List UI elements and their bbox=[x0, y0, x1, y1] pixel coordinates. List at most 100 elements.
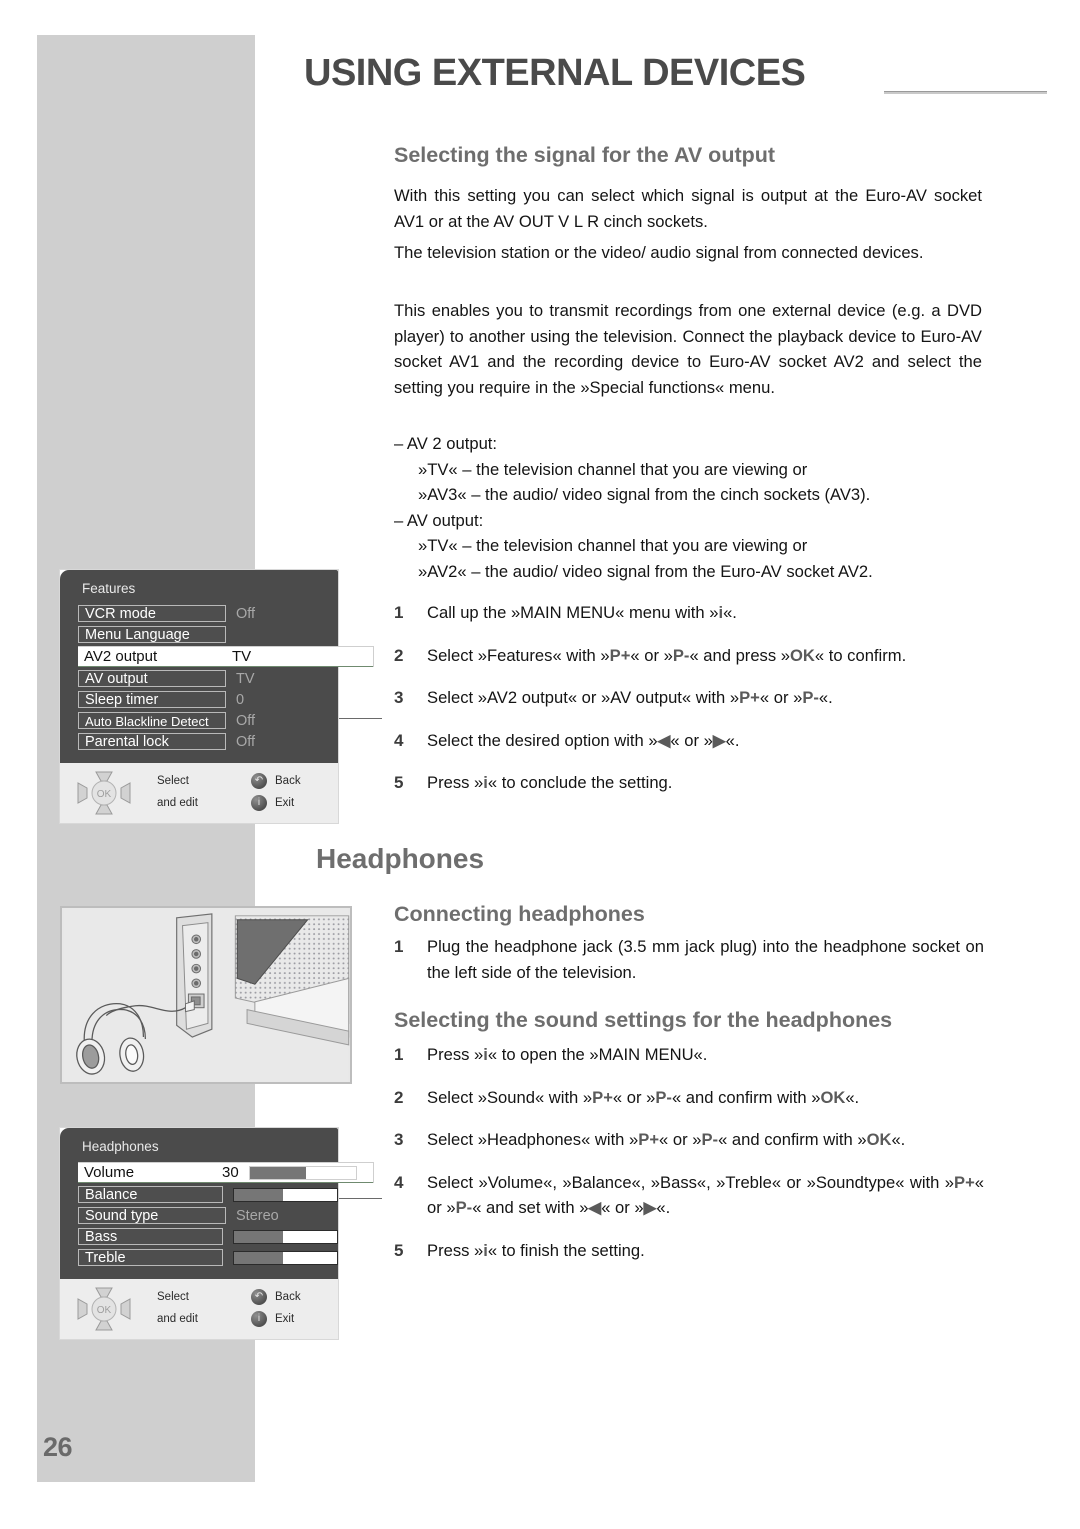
step-item: 5 Press »i« to conclude the setting. bbox=[394, 770, 984, 796]
menu-row-volume-selected[interactable]: Volume 30 bbox=[78, 1162, 374, 1183]
step-text: Select »Sound« with »P+« or »P-« and con… bbox=[427, 1087, 860, 1107]
tv-menu-features-body: Features VCR mode Off Menu Language AV2 … bbox=[60, 570, 374, 763]
title-underline-rule bbox=[884, 91, 1047, 94]
step-item: 5 Press »i« to finish the setting. bbox=[394, 1238, 984, 1264]
tv-menu-features[interactable]: Features VCR mode Off Menu Language AV2 … bbox=[60, 570, 374, 823]
selection-underline bbox=[78, 666, 373, 667]
step-item: 1 Press »i« to open the »MAIN MENU«. bbox=[394, 1042, 984, 1068]
menu-row-balance[interactable]: Balance bbox=[60, 1185, 338, 1204]
menu-row-parental-lock[interactable]: Parental lock Off bbox=[60, 732, 338, 751]
menu-row-value: 0 bbox=[236, 691, 245, 708]
step-item: 1 Call up the »MAIN MENU« menu with »i«. bbox=[394, 600, 984, 626]
treble-slider[interactable] bbox=[232, 1250, 338, 1265]
tv-menu-headphones[interactable]: Headphones Volume 30 Balance Sound type … bbox=[60, 1128, 374, 1339]
bullet-av-option-av2: »AV2« – the audio/ video signal from the… bbox=[418, 561, 873, 581]
footer-back-label: Back bbox=[275, 775, 301, 787]
menu-row-label: Parental lock bbox=[78, 733, 226, 750]
step-number: 3 bbox=[394, 1130, 404, 1149]
page-number: 26 bbox=[43, 1432, 73, 1462]
step-number: 5 bbox=[394, 773, 404, 792]
steps-av-output: 1 Call up the »MAIN MENU« menu with »i«.… bbox=[394, 600, 984, 813]
navigation-pad-icon[interactable]: OK bbox=[76, 769, 132, 817]
step-number: 4 bbox=[394, 730, 404, 750]
bass-slider[interactable] bbox=[232, 1229, 338, 1244]
tv-menu-title: Features bbox=[82, 581, 136, 596]
tv-menu-headphones-body: Headphones Volume 30 Balance Sound type … bbox=[60, 1128, 374, 1279]
menu-row-value: TV bbox=[236, 670, 255, 687]
menu-row-value: Off bbox=[236, 733, 256, 750]
selection-underline bbox=[78, 1182, 373, 1183]
step-text: Call up the »MAIN MENU« menu with »i«. bbox=[427, 603, 737, 622]
step-item: 1 Plug the headphone jack (3.5 mm jack p… bbox=[394, 934, 984, 985]
menu-row-value: Stereo bbox=[236, 1207, 279, 1224]
steps-headphone-sound-settings: 1 Press »i« to open the »MAIN MENU«. 2 S… bbox=[394, 1042, 984, 1280]
menu-row-value: Off bbox=[236, 712, 256, 729]
footer-back-label: Back bbox=[275, 1291, 301, 1303]
menu-row-vcr-mode[interactable]: VCR mode Off bbox=[60, 604, 338, 623]
paragraph-av-output-3: This enables you to transmit recordings … bbox=[394, 301, 982, 397]
tv-menu-features-footer: OK Select and edit ↶ Back i Exit bbox=[60, 763, 338, 823]
heading-headphones: Headphones bbox=[316, 843, 485, 874]
menu-row-label: VCR mode bbox=[78, 605, 226, 622]
step-text: Press »i« to conclude the setting. bbox=[427, 773, 673, 792]
menu-row-label: Sleep timer bbox=[78, 691, 226, 708]
step-number: 4 bbox=[394, 1172, 404, 1192]
heading-selecting-signal-av-output: Selecting the signal for the AV output bbox=[394, 143, 776, 167]
navigation-pad-icon[interactable]: OK bbox=[76, 1285, 132, 1333]
bullet-av2-option-tv: »TV« – the television channel that you a… bbox=[418, 459, 808, 479]
footer-select-label: Select bbox=[157, 1291, 189, 1303]
menu-row-auto-blackline-detect[interactable]: Auto Blackline Detect Off bbox=[60, 711, 338, 730]
steps-connecting-headphones: 1 Plug the headphone jack (3.5 mm jack p… bbox=[394, 934, 984, 1002]
step-text: Press »i« to open the »MAIN MENU«. bbox=[427, 1045, 708, 1064]
step-item: 3 Select »AV2 output« or »AV output« wit… bbox=[394, 685, 984, 711]
back-arrow-icon[interactable]: ↶ bbox=[251, 1289, 267, 1305]
step-number: 2 bbox=[394, 1087, 404, 1107]
bullet-av-option-tv: »TV« – the television channel that you a… bbox=[418, 536, 808, 555]
menu-row-value: TV bbox=[232, 648, 252, 665]
bullet-list-av-outputs: – AV 2 output: »TV« – the television cha… bbox=[394, 431, 873, 584]
menu-row-sound-type[interactable]: Sound type Stereo bbox=[60, 1206, 338, 1225]
heading-sound-settings-headphones: Selecting the sound settings for the hea… bbox=[394, 1008, 893, 1032]
step-text: Select »Volume«, »Balance«, »Bass«, »Tre… bbox=[427, 1172, 984, 1218]
step-number: 1 bbox=[394, 603, 404, 622]
menu-row-av2-output-selected[interactable]: AV2 output TV bbox=[78, 646, 374, 667]
step-text: Select the desired option with »◀« or »▶… bbox=[427, 730, 740, 750]
page-title: USING EXTERNAL DEVICES bbox=[304, 52, 806, 94]
info-icon[interactable]: i bbox=[251, 1311, 267, 1327]
balance-slider[interactable] bbox=[232, 1187, 338, 1202]
bullet-av-output: – AV output: bbox=[394, 510, 484, 530]
bullet-av2-option-av3: »AV3« – the audio/ video signal from the… bbox=[418, 485, 871, 504]
headphones-connected-to-tv-illustration bbox=[60, 906, 352, 1084]
step-number: 1 bbox=[394, 1045, 404, 1064]
info-icon[interactable]: i bbox=[251, 795, 267, 811]
footer-exit-label: Exit bbox=[275, 1313, 295, 1325]
step-number: 1 bbox=[394, 937, 404, 956]
step-number: 5 bbox=[394, 1240, 404, 1260]
menu-row-value: Off bbox=[236, 605, 256, 622]
step-number: 3 bbox=[394, 688, 404, 707]
footer-exit-label: Exit bbox=[275, 797, 295, 809]
menu-row-bass[interactable]: Bass bbox=[60, 1227, 338, 1246]
footer-edit-label: and edit bbox=[157, 1313, 198, 1325]
volume-slider[interactable] bbox=[248, 1165, 357, 1180]
heading-connecting-headphones: Connecting headphones bbox=[394, 902, 645, 926]
menu-row-treble[interactable]: Treble bbox=[60, 1248, 338, 1267]
footer-select-label: Select bbox=[157, 775, 189, 787]
menu-row-av-output[interactable]: AV output TV bbox=[60, 669, 338, 688]
menu-row-sleep-timer[interactable]: Sleep timer 0 bbox=[60, 690, 338, 709]
step-text: Press »i« to finish the setting. bbox=[427, 1240, 645, 1260]
menu-row-label: AV output bbox=[78, 670, 226, 687]
tv-menu-headphones-footer: OK Select and edit ↶ Back i Exit bbox=[60, 1279, 338, 1339]
step-item: 2 Select »Features« with »P+« or »P-« an… bbox=[394, 643, 984, 669]
step-item: 4 Select the desired option with »◀« or … bbox=[394, 728, 984, 754]
svg-text:OK: OK bbox=[97, 1305, 112, 1316]
menu-row-label: Auto Blackline Detect bbox=[78, 712, 226, 729]
menu-row-menu-language[interactable]: Menu Language bbox=[60, 625, 338, 644]
step-text: Select »AV2 output« or »AV output« with … bbox=[427, 688, 833, 707]
paragraph-av-output-1: With this setting you can select which s… bbox=[394, 186, 982, 231]
step-text: Select »Features« with »P+« or »P-« and … bbox=[427, 645, 907, 665]
svg-text:OK: OK bbox=[97, 789, 112, 800]
footer-edit-label: and edit bbox=[157, 797, 198, 809]
step-item: 3 Select »Headphones« with »P+« or »P-« … bbox=[394, 1127, 984, 1153]
back-arrow-icon[interactable]: ↶ bbox=[251, 773, 267, 789]
